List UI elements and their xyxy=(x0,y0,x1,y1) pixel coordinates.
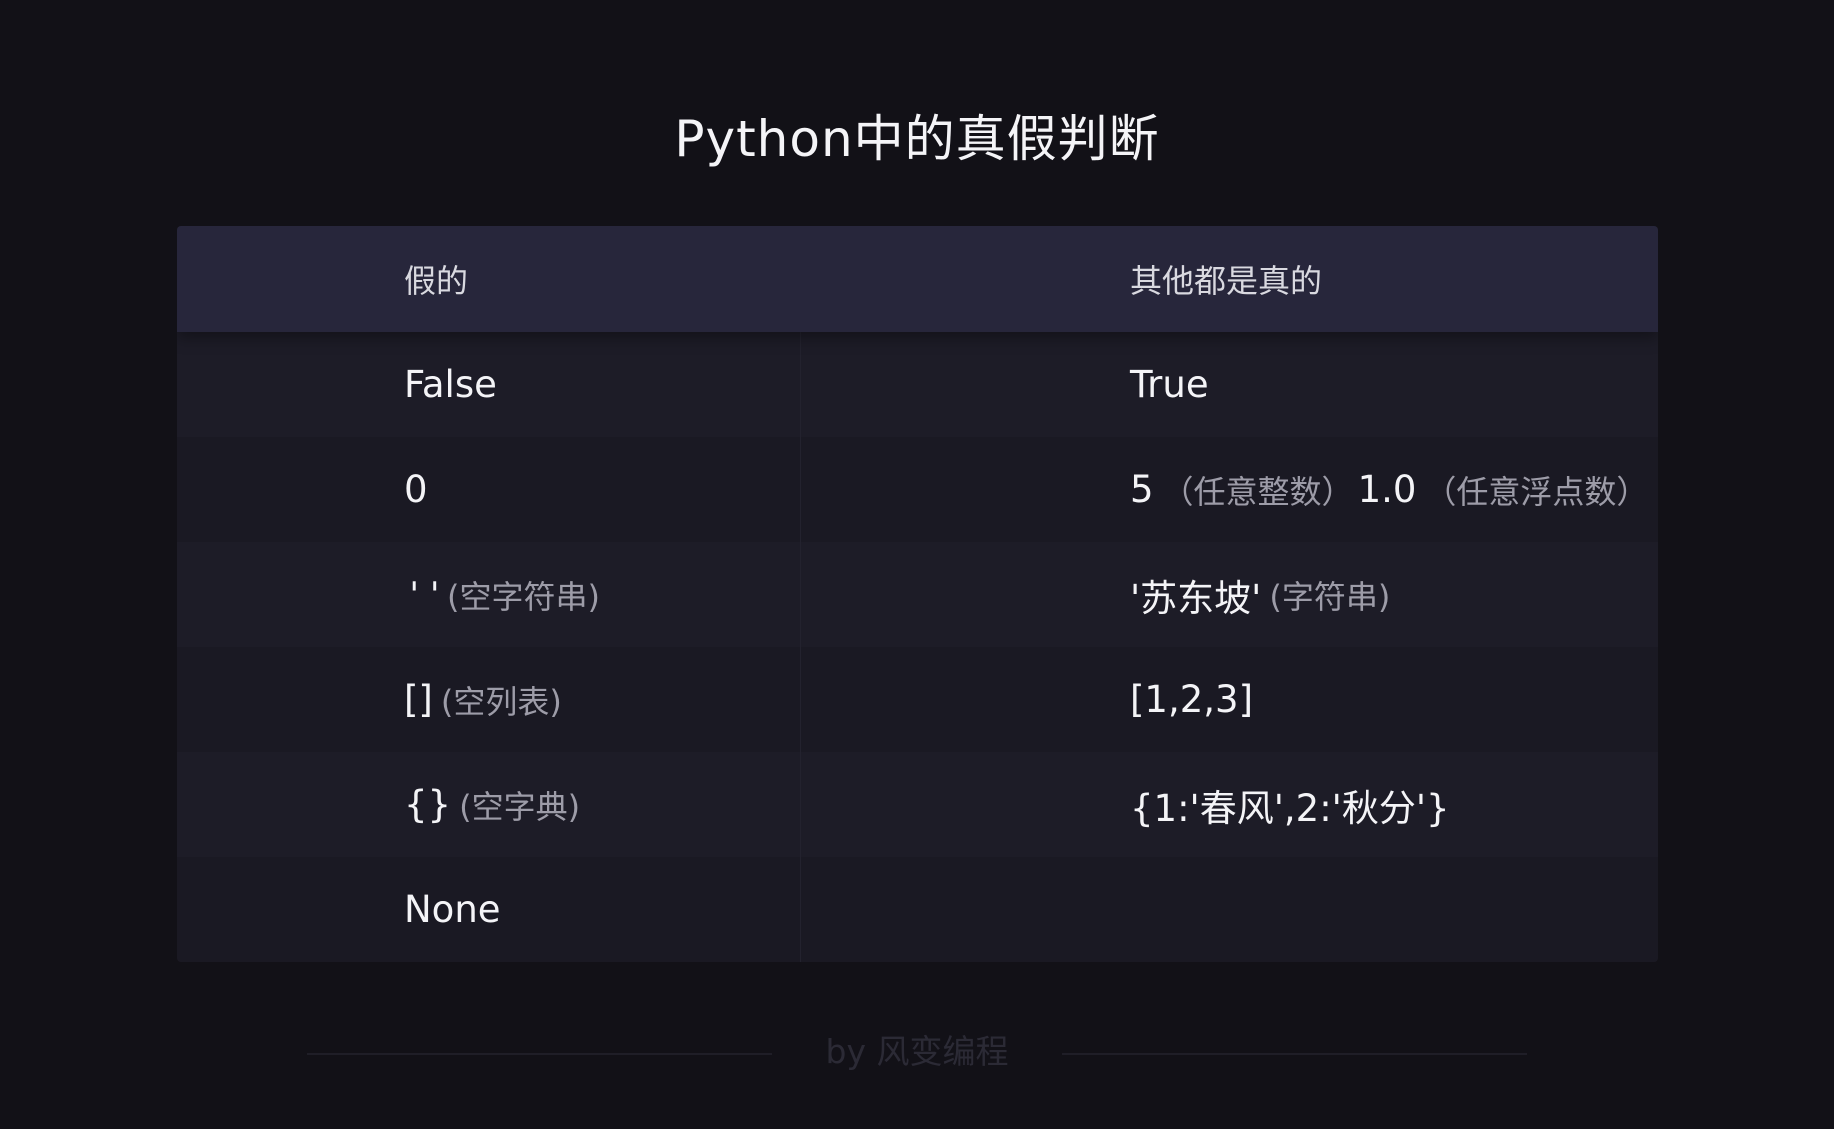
table-row: 0 5 （任意整数） 1.0 （任意浮点数） xyxy=(177,437,1658,542)
header-cell-false: 假的 xyxy=(177,226,801,332)
false-value: 0 xyxy=(404,468,428,511)
true-value-secondary: 1.0 xyxy=(1357,468,1417,511)
table-row: False True xyxy=(177,332,1658,437)
false-value: '' xyxy=(404,574,445,615)
true-note: (字符串) xyxy=(1269,577,1391,616)
false-value: None xyxy=(404,888,501,931)
footer-credit: by 风变编程 xyxy=(825,1032,1009,1071)
page-title: Python中的真假判断 xyxy=(674,110,1160,168)
table-row: None xyxy=(177,857,1658,962)
true-value: [1,2,3] xyxy=(1130,678,1254,721)
header-cell-true: 其他都是真的 xyxy=(801,226,1658,332)
true-value: {1:'春风',2:'秋分'} xyxy=(1130,786,1450,830)
false-note: (空字典) xyxy=(459,787,581,826)
true-cell: True xyxy=(801,332,1658,437)
false-cell: {} (空字典) xyxy=(177,752,801,857)
false-note: (空字符串) xyxy=(446,577,600,616)
table-row: {} (空字典) {1:'春风',2:'秋分'} xyxy=(177,752,1658,857)
false-value: False xyxy=(404,363,497,406)
true-cell: [1,2,3] xyxy=(801,647,1658,752)
true-cell: 5 （任意整数） 1.0 （任意浮点数） xyxy=(801,437,1658,542)
false-cell: [] (空列表) xyxy=(177,647,801,752)
header-false-label: 假的 xyxy=(404,262,469,300)
true-value: '苏东坡' xyxy=(1130,576,1262,620)
true-value: 5 xyxy=(1130,468,1154,511)
footer: by 风变编程 xyxy=(0,1027,1834,1077)
false-cell: '' (空字符串) xyxy=(177,542,801,647)
false-value: {} xyxy=(404,783,452,826)
true-value: True xyxy=(1130,363,1209,406)
truthiness-table: 假的 其他都是真的 False True 0 5 （任意整数） 1.0 （任意浮… xyxy=(177,226,1658,962)
false-note: (空列表) xyxy=(440,682,562,721)
table-row: '' (空字符串) '苏东坡' (字符串) xyxy=(177,542,1658,647)
false-value: [] xyxy=(404,678,433,721)
page: Python中的真假判断 假的 其他都是真的 False True 0 5 （任… xyxy=(0,0,1834,1129)
true-note-secondary: （任意浮点数） xyxy=(1424,472,1649,511)
false-cell: None xyxy=(177,857,801,962)
false-cell: 0 xyxy=(177,437,801,542)
footer-divider-right xyxy=(1062,1053,1527,1055)
false-cell: False xyxy=(177,332,801,437)
true-cell: '苏东坡' (字符串) xyxy=(801,542,1658,647)
true-cell xyxy=(801,857,1658,962)
table-row: [] (空列表) [1,2,3] xyxy=(177,647,1658,752)
true-cell: {1:'春风',2:'秋分'} xyxy=(801,752,1658,857)
table-header-row: 假的 其他都是真的 xyxy=(177,226,1658,332)
true-note: （任意整数） xyxy=(1161,472,1354,511)
header-true-label: 其他都是真的 xyxy=(1130,262,1323,300)
